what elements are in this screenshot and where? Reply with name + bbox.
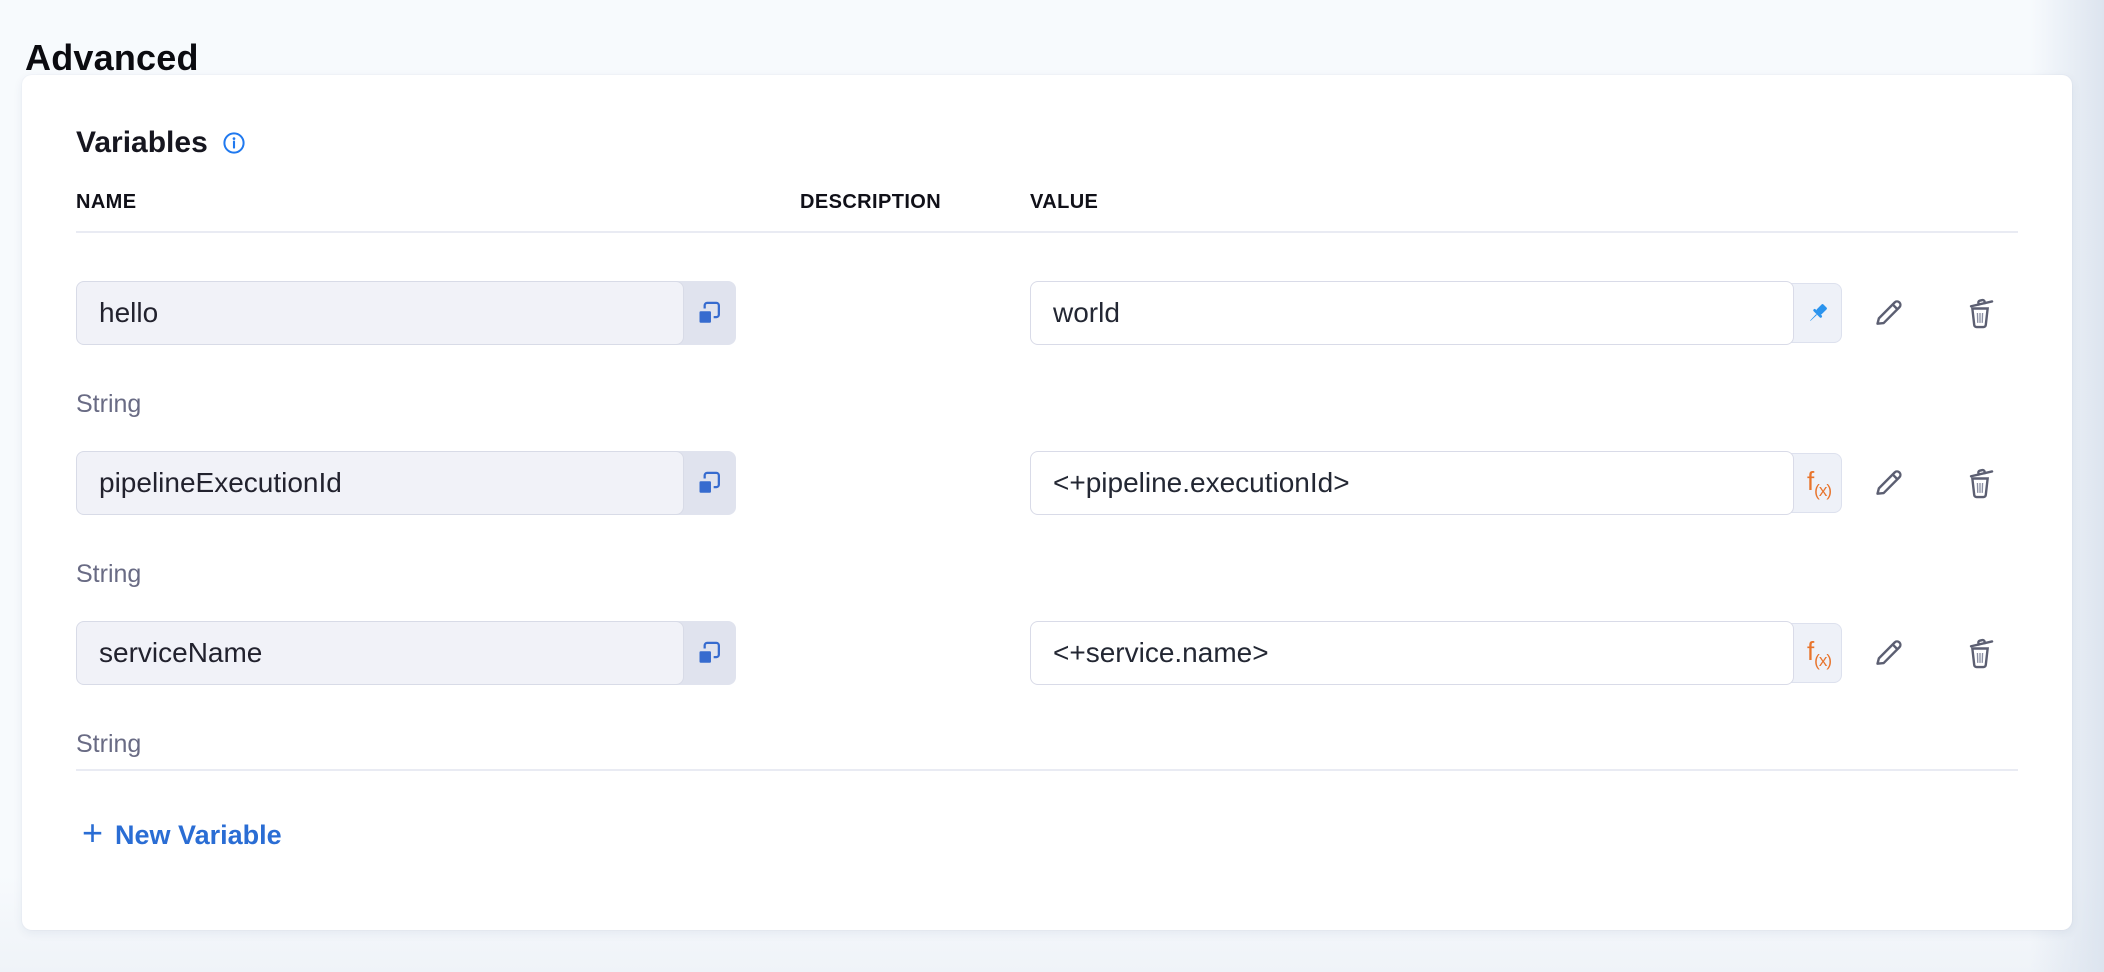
pencil-icon [1870,465,1906,501]
variables-card: Variables NAME DESCRIPTION VALUE [22,75,2072,930]
delete-variable-button[interactable] [1958,461,2002,505]
table-header-row: NAME DESCRIPTION VALUE [76,189,2018,215]
column-header-value: VALUE [1030,189,1842,215]
copy-icon [695,640,722,667]
variable-value-input[interactable] [1030,451,1794,515]
delete-variable-button[interactable] [1958,631,2002,675]
trash-icon [1962,465,1998,501]
variable-name-field [76,451,736,515]
new-variable-label: New Variable [115,820,282,851]
variable-type-label: String [76,389,736,419]
expression-icon: f(x) [1807,638,1831,669]
variable-name-field [76,621,736,685]
edit-variable-button[interactable] [1866,461,1910,505]
copy-icon [695,470,722,497]
delete-variable-button[interactable] [1958,291,2002,335]
variable-row-pipelineExecutionId: String f(x) [76,451,2018,589]
row-actions [1842,451,2018,515]
pencil-icon [1870,635,1906,671]
variable-name-input[interactable] [76,621,684,685]
edit-variable-button[interactable] [1866,291,1910,335]
row-actions [1842,621,2018,685]
value-cell [1030,281,1842,345]
new-variable-button[interactable]: + New Variable [76,811,288,859]
variable-value-input[interactable] [1030,621,1794,685]
value-cell: f(x) [1030,451,1842,515]
variable-value-field: f(x) [1030,621,1842,685]
trash-icon [1962,295,1998,331]
copy-icon [695,300,722,327]
footer-divider [76,769,2018,771]
variable-row-serviceName: String f(x) [76,621,2018,759]
variable-name-input[interactable] [76,451,684,515]
pin-icon [1804,300,1831,327]
name-cell: String [76,281,736,419]
page-title: Advanced [25,36,199,80]
header-divider [76,231,2018,233]
column-header-description: DESCRIPTION [800,189,1030,215]
name-cell: String [76,451,736,589]
variable-value-field: f(x) [1030,451,1842,515]
variables-title: Variables [76,126,208,160]
variable-value-field [1030,281,1842,345]
variable-value-input[interactable] [1030,281,1794,345]
name-cell: String [76,621,736,759]
edit-variable-button[interactable] [1866,631,1910,675]
variable-name-input[interactable] [76,281,684,345]
variables-header: Variables [76,123,2018,163]
info-icon[interactable] [222,131,246,155]
variable-row-hello: String [76,281,2018,419]
pencil-icon [1870,295,1906,331]
variable-type-label: String [76,559,736,589]
trash-icon [1962,635,1998,671]
column-header-name: NAME [76,189,736,215]
variable-type-label: String [76,729,736,759]
variable-name-field [76,281,736,345]
expression-icon: f(x) [1807,468,1831,499]
plus-icon: + [82,815,103,851]
row-actions [1842,281,2018,345]
value-cell: f(x) [1030,621,1842,685]
